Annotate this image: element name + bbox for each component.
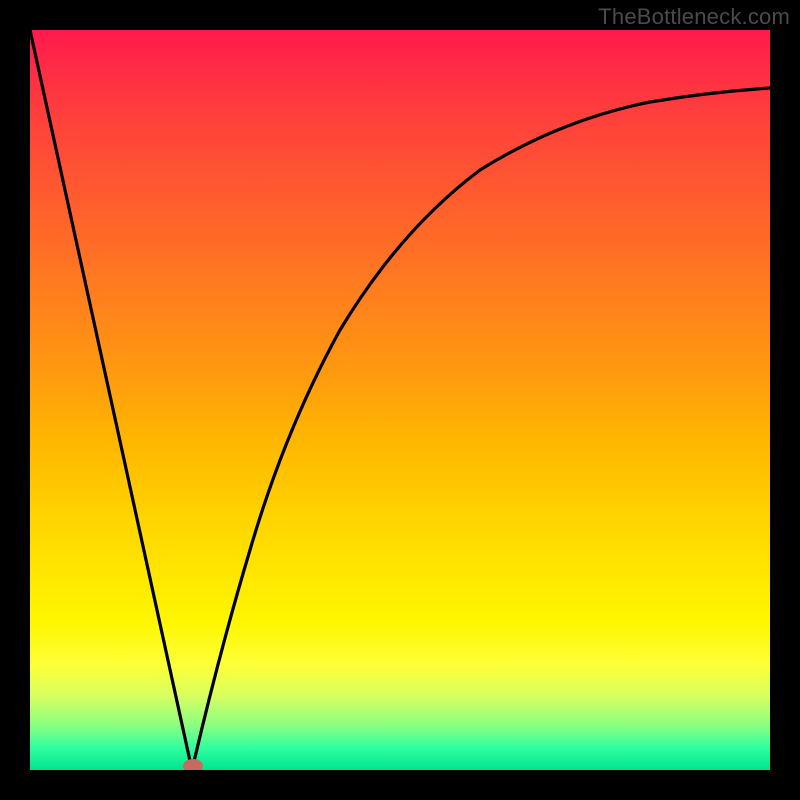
chart-svg [30,30,770,770]
optimum-marker [183,759,203,770]
plot-area [30,30,770,770]
curve-right-branch [192,88,770,770]
credit-watermark: TheBottleneck.com [598,4,790,30]
chart-frame: TheBottleneck.com [0,0,800,800]
curve-left-branch [30,30,192,770]
